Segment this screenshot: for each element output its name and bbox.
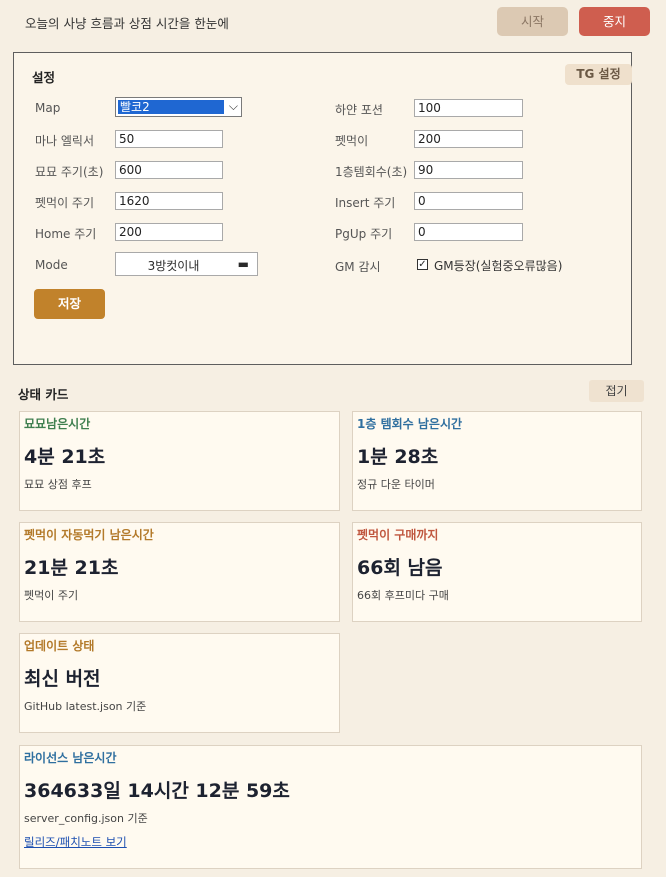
pet-food-label: 펫먹이 [335,134,369,148]
myomyo-label: 묘묘 주기(초) [35,165,104,179]
pgup-input[interactable]: 0 [414,223,523,241]
home-label: Home 주기 [35,227,97,241]
release-notes-link[interactable]: 릴리즈/패치노트 보기 [24,834,127,850]
pgup-label: PgUp 주기 [335,227,393,241]
card-value: 364633일 14시간 12분 59초 [24,780,290,802]
check-icon: ✓ [418,259,427,270]
gm-label: GM 감시 [335,260,381,274]
save-button[interactable]: 저장 [34,289,105,319]
settings-title: 설정 [32,70,56,85]
card-pet-buy: 펫먹이 구매까지 66회 남음 66회 후프미다 구매 [352,522,642,622]
mode-select[interactable]: 3방컷이내 ▬ [115,252,258,276]
floor1-label: 1층템회수(초) [335,165,408,179]
mana-label: 마나 엘릭서 [35,134,95,148]
card-sub: 정규 다운 타이머 [357,478,435,491]
mana-input[interactable]: 50 [115,130,223,148]
map-label: Map [35,101,61,115]
card-value: 4분 21초 [24,446,106,468]
card-myomyo: 묘묘남은시간 4분 21초 묘묘 상점 후프 [19,411,340,511]
white-potion-input[interactable]: 100 [414,99,523,117]
card-value: 최신 버전 [24,668,101,690]
card-sub: 66회 후프미다 구매 [357,589,449,602]
white-potion-label: 하얀 포션 [335,103,383,117]
insert-label: Insert 주기 [335,196,396,210]
stop-button[interactable]: 중지 [579,7,650,36]
card-value: 66회 남음 [357,557,443,579]
card-value: 1분 28초 [357,446,439,468]
gm-checkbox[interactable]: ✓ [417,259,428,270]
dropdown-icon: ▬ [237,257,249,271]
tg-settings-button[interactable]: TG 설정 [565,64,632,85]
pet-cycle-label: 펫먹이 주기 [35,196,95,210]
settings-panel: 설정 TG 설정 Map 빨코2 ⌵ 마나 엘릭서 50 묘묘 주기(초) 60… [13,52,632,365]
insert-input[interactable]: 0 [414,192,523,210]
card-update: 업데이트 상태 최신 버전 GitHub latest.json 기준 [19,633,340,733]
card-sub: server_config.json 기준 [24,812,148,825]
card-license: 라이선스 남은시간 364633일 14시간 12분 59초 server_co… [19,745,642,869]
card-sub: 펫먹이 주기 [24,589,79,602]
card-floor1: 1층 템회수 남은시간 1분 28초 정규 다운 타이머 [352,411,642,511]
myomyo-input[interactable]: 600 [115,161,223,179]
gm-check-label: GM등장(실험중오류많음) [434,259,563,273]
card-title: 펫먹이 구매까지 [357,528,439,542]
start-button[interactable]: 시작 [497,7,568,36]
card-value: 21분 21초 [24,557,119,579]
map-select[interactable]: 빨코2 ⌵ [115,97,242,117]
collapse-button[interactable]: 접기 [589,380,644,402]
status-title: 상태 카드 [18,387,69,402]
top-bar: 오늘의 사냥 흐름과 상점 시간을 한눈에 시작 중지 [0,0,666,44]
card-title: 묘묘남은시간 [24,417,91,431]
card-title: 1층 템회수 남은시간 [357,417,463,431]
home-input[interactable]: 200 [115,223,223,241]
mode-value: 3방컷이내 [147,259,200,273]
mode-label: Mode [35,258,68,272]
pet-food-input[interactable]: 200 [414,130,523,148]
pet-cycle-input[interactable]: 1620 [115,192,223,210]
card-title: 업데이트 상태 [24,639,95,653]
floor1-input[interactable]: 90 [414,161,523,179]
card-sub: GitHub latest.json 기준 [24,700,147,713]
card-title: 펫먹이 자동먹기 남은시간 [24,528,154,542]
card-title: 라이선스 남은시간 [24,751,117,765]
card-sub: 묘묘 상점 후프 [24,478,92,491]
app-title: 오늘의 사냥 흐름과 상점 시간을 한눈에 [25,16,229,31]
map-selected-value: 빨코2 [118,100,224,114]
card-pet-auto: 펫먹이 자동먹기 남은시간 21분 21초 펫먹이 주기 [19,522,340,622]
chevron-down-icon: ⌵ [228,99,238,113]
